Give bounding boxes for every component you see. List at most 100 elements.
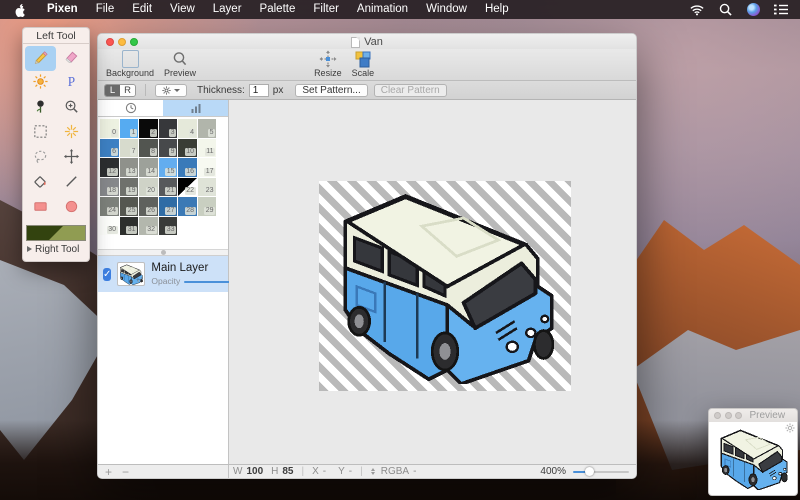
swatch-12[interactable]: 12 — [100, 158, 119, 177]
menu-item-view[interactable]: View — [161, 3, 204, 15]
zoom-slider[interactable] — [573, 467, 629, 477]
search-icon[interactable] — [718, 3, 732, 17]
select-rect-tool[interactable] — [25, 121, 56, 146]
menu-item-file[interactable]: File — [87, 3, 124, 15]
swatch-31[interactable]: 31 — [120, 217, 139, 236]
swatch-24[interactable]: 24 — [100, 197, 119, 216]
panel-splitter[interactable] — [98, 249, 228, 256]
swatch-18[interactable]: 18 — [100, 178, 119, 197]
swatch-28[interactable]: 28 — [178, 197, 197, 216]
swatch-0[interactable]: 0 — [100, 119, 119, 138]
swatch-9[interactable]: 9 — [159, 139, 178, 158]
notification-list-icon[interactable] — [774, 3, 788, 17]
status-bar: + − W 100 H 85 | X - Y - | RGBA - 400% — [98, 464, 636, 478]
menu-item-animation[interactable]: Animation — [348, 3, 417, 15]
swatch-19[interactable]: 19 — [120, 178, 139, 197]
window-titlebar[interactable]: Van — [98, 34, 636, 49]
preview-minimize-button[interactable] — [725, 412, 732, 419]
preview-close-button[interactable] — [714, 412, 721, 419]
swatch-8[interactable]: 8 — [139, 139, 158, 158]
fill-tool[interactable] — [25, 171, 56, 196]
color-mode-label[interactable]: RGBA — [381, 466, 409, 477]
swatch-17[interactable]: 17 — [198, 158, 217, 177]
preview-gear-icon[interactable] — [785, 423, 795, 433]
color-mode-popup-icon[interactable] — [371, 468, 375, 475]
swatch-5[interactable]: 5 — [198, 119, 217, 138]
status-readouts: W 100 H 85 | X - Y - | RGBA - — [229, 466, 416, 477]
tab-history[interactable] — [98, 100, 163, 116]
background-button[interactable]: Background — [106, 50, 154, 78]
scale-button[interactable]: Scale — [352, 50, 375, 78]
menu-item-edit[interactable]: Edit — [123, 3, 161, 15]
line-tool[interactable] — [56, 171, 87, 196]
swatch-14[interactable]: 14 — [139, 158, 158, 177]
rect-shape-tool[interactable] — [25, 196, 56, 221]
menu-item-layer[interactable]: Layer — [204, 3, 251, 15]
pencil-tool[interactable] — [25, 46, 56, 71]
swatch-21[interactable]: 21 — [159, 178, 178, 197]
brightness-tool[interactable] — [25, 71, 56, 96]
tool-settings-dropdown[interactable] — [155, 84, 187, 97]
swatch-2[interactable]: 2 — [139, 119, 158, 138]
right-mouse-segment[interactable]: R — [120, 85, 135, 96]
wifi-icon[interactable] — [690, 3, 704, 17]
swatch-22[interactable]: 22 — [178, 178, 197, 197]
status-separator: | — [302, 466, 305, 477]
move-tool[interactable] — [56, 146, 87, 171]
swatch-30[interactable]: 30 — [100, 217, 119, 236]
swatch-16[interactable]: 16 — [178, 158, 197, 177]
swatch-3[interactable]: 3 — [159, 119, 178, 138]
eraser-tool[interactable] — [56, 46, 87, 71]
clear-pattern-button[interactable]: Clear Pattern — [374, 84, 447, 97]
right-tool-disclosure[interactable]: Right Tool — [23, 242, 89, 256]
menu-item-help[interactable]: Help — [476, 3, 518, 15]
swatch-25[interactable]: 25 — [120, 197, 139, 216]
swatch-index: 31 — [126, 226, 137, 234]
swatch-20[interactable]: 20 — [139, 178, 158, 197]
preview-button[interactable]: Preview — [164, 50, 196, 78]
thickness-input[interactable] — [249, 84, 269, 97]
swatch-13[interactable]: 13 — [120, 158, 139, 177]
apple-menu[interactable] — [14, 3, 26, 17]
layer-visibility-checkbox[interactable]: ✓ — [103, 268, 111, 281]
ellipse-shape-tool[interactable] — [56, 196, 87, 221]
add-layer-button[interactable]: + — [105, 467, 112, 477]
magic-wand-tool[interactable] — [56, 121, 87, 146]
set-pattern-button[interactable]: Set Pattern... — [295, 84, 367, 97]
menu-item-window[interactable]: Window — [417, 3, 476, 15]
swatch-29[interactable]: 29 — [198, 197, 217, 216]
fill-icon — [32, 173, 49, 195]
swatch-index: 21 — [165, 187, 176, 195]
preview-zoom-button[interactable] — [735, 412, 742, 419]
swatch-11[interactable]: 11 — [198, 139, 217, 158]
dropper-tool[interactable] — [25, 96, 56, 121]
remove-layer-button[interactable]: − — [122, 467, 129, 477]
swatch-10[interactable]: 10 — [178, 139, 197, 158]
pixel-canvas[interactable] — [319, 181, 571, 391]
pixen-document-window: Van Background Preview — [97, 33, 637, 479]
tool-palette-title: Left Tool — [23, 28, 89, 44]
color-pair-preview[interactable] — [26, 225, 86, 241]
swatch-27[interactable]: 27 — [159, 197, 178, 216]
zoom-tool[interactable] — [56, 96, 87, 121]
swatch-4[interactable]: 4 — [178, 119, 197, 138]
menu-item-palette[interactable]: Palette — [251, 3, 305, 15]
swatch-15[interactable]: 15 — [159, 158, 178, 177]
swatch-32[interactable]: 32 — [139, 217, 158, 236]
tab-swatches[interactable] — [163, 100, 228, 116]
siri-icon[interactable] — [746, 3, 760, 17]
menu-item-filter[interactable]: Filter — [304, 3, 348, 15]
layer-row-main-layer[interactable]: ✓ Main Layer Opacity 100% — [98, 256, 228, 292]
swatch-33[interactable]: 33 — [159, 217, 178, 236]
swatch-6[interactable]: 6 — [100, 139, 119, 158]
preview-titlebar[interactable]: Preview — [709, 409, 797, 422]
lasso-tool[interactable] — [25, 146, 56, 171]
resize-button[interactable]: Resize — [314, 50, 342, 78]
left-mouse-segment[interactable]: L — [105, 85, 120, 96]
menu-item-pixen[interactable]: Pixen — [38, 3, 87, 15]
swatch-7[interactable]: 7 — [120, 139, 139, 158]
swatch-26[interactable]: 26 — [139, 197, 158, 216]
p-tool-tool[interactable]: P — [56, 71, 87, 96]
swatch-23[interactable]: 23 — [198, 178, 217, 197]
swatch-1[interactable]: 1 — [120, 119, 139, 138]
